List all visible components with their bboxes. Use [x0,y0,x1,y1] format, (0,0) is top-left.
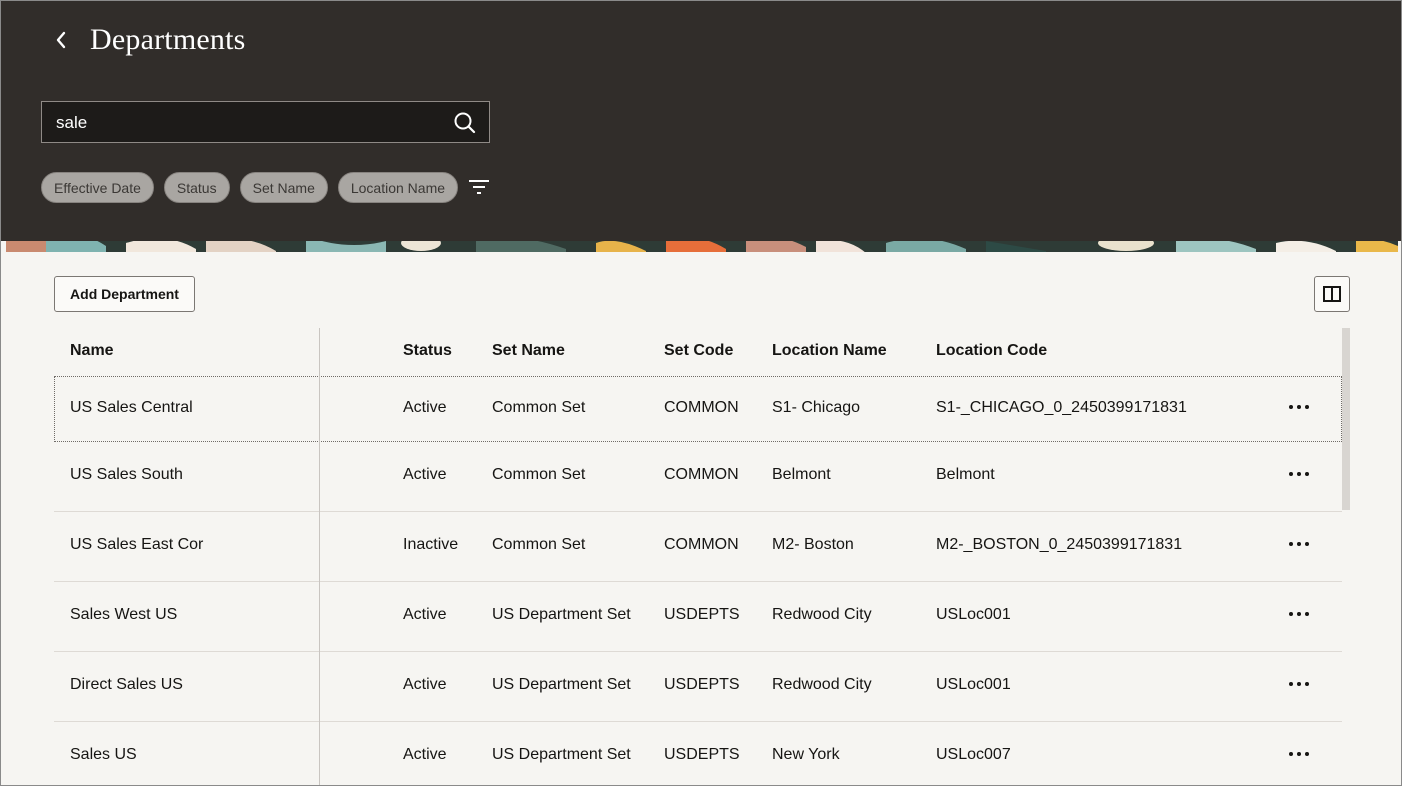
chip-status[interactable]: Status [163,172,230,203]
app-window: Departments Effective Date Status Set Na… [0,0,1402,786]
more-actions-icon [1289,405,1293,409]
panel-toggle-button[interactable] [1314,276,1350,312]
cell-set-name: US Department Set [492,606,631,623]
frozen-column-divider [319,328,320,785]
column-header-set-code[interactable]: Set Code [664,342,733,360]
cell-location-name: Belmont [772,466,831,483]
chip-effective-date[interactable]: Effective Date [41,172,154,203]
chip-set-name[interactable]: Set Name [239,172,328,203]
cell-location-code: USLoc001 [936,606,1011,623]
column-header-location-code[interactable]: Location Code [936,342,1047,360]
more-actions-icon [1289,682,1293,686]
cell-name: US Sales East Cor [70,536,204,553]
cell-status: Active [403,676,447,693]
main-content: Add Department Name Status Set Name Set … [6,252,1398,785]
table-row[interactable]: US Sales Central Active Common Set COMMO… [54,376,1342,442]
cell-set-code: USDEPTS [664,676,740,693]
filter-button[interactable] [467,177,491,197]
cell-set-code: USDEPTS [664,606,740,623]
row-actions-button[interactable] [1284,674,1314,694]
cell-name: Sales US [70,746,137,763]
cell-location-code: M2-_BOSTON_0_2450399171831 [936,536,1183,553]
cell-location-code: USLoc001 [936,676,1011,693]
add-department-button[interactable]: Add Department [54,276,195,312]
cell-set-code: COMMON [664,536,739,553]
more-actions-icon [1289,612,1293,616]
cell-set-code: COMMON [664,399,739,416]
cell-name: US Sales Central [70,399,193,416]
departments-table: Name Status Set Name Set Code Location N… [54,328,1342,785]
row-actions-button[interactable] [1284,397,1314,417]
search-box [41,101,490,144]
cell-status: Active [403,399,447,416]
table-row[interactable]: Sales West US Active US Department Set U… [54,581,1342,651]
cell-set-code: USDEPTS [664,746,740,763]
cell-set-code: COMMON [664,466,739,483]
cell-name: Direct Sales US [70,676,183,693]
cell-location-name: Redwood City [772,676,872,693]
cell-status: Active [403,606,447,623]
filter-chips: Effective Date Status Set Name Location … [41,172,459,203]
cell-location-code: Belmont [936,466,995,483]
chevron-left-icon [56,31,66,49]
chip-location-name[interactable]: Location Name [337,172,459,203]
column-header-status[interactable]: Status [403,342,452,360]
cell-status: Active [403,746,447,763]
table-row[interactable]: US Sales East Cor Inactive Common Set CO… [54,511,1342,581]
column-header-set-name[interactable]: Set Name [492,342,565,360]
search-button[interactable] [453,111,477,135]
more-actions-icon [1289,542,1293,546]
column-header-location-name[interactable]: Location Name [772,342,887,360]
cell-set-name: US Department Set [492,676,631,693]
cell-location-name: Redwood City [772,606,872,623]
cell-status: Inactive [403,536,459,553]
cell-set-name: US Department Set [492,746,631,763]
cell-location-code: USLoc007 [936,746,1011,763]
row-actions-button[interactable] [1284,534,1314,554]
search-input[interactable] [54,102,438,144]
filter-icon [469,180,489,194]
table-row[interactable]: US Sales South Active Common Set COMMON … [54,442,1342,511]
column-header-name[interactable]: Name [70,342,114,360]
table-header: Name Status Set Name Set Code Location N… [54,328,1342,376]
more-actions-icon [1289,752,1293,756]
search-icon [454,112,476,134]
row-actions-button[interactable] [1284,604,1314,624]
row-actions-button[interactable] [1284,744,1314,764]
page-header: Departments Effective Date Status Set Na… [1,1,1401,241]
cell-location-name: New York [772,746,840,763]
more-actions-icon [1289,472,1293,476]
cell-set-name: Common Set [492,466,586,483]
split-panel-icon [1323,286,1341,302]
cell-set-name: Common Set [492,536,586,553]
cell-name: US Sales South [70,466,183,483]
cell-location-code: S1-_CHICAGO_0_2450399171831 [936,399,1187,416]
vertical-scrollbar[interactable] [1342,328,1350,510]
table-row[interactable]: Sales US Active US Department Set USDEPT… [54,721,1342,785]
table-row[interactable]: Direct Sales US Active US Department Set… [54,651,1342,721]
cell-location-name: S1- Chicago [772,399,861,416]
cell-set-name: Common Set [492,399,586,416]
back-button[interactable] [47,25,75,55]
cell-name: Sales West US [70,606,178,623]
cell-status: Active [403,466,447,483]
row-actions-button[interactable] [1284,464,1314,484]
page-title: Departments [90,23,246,56]
cell-location-name: M2- Boston [772,536,854,553]
